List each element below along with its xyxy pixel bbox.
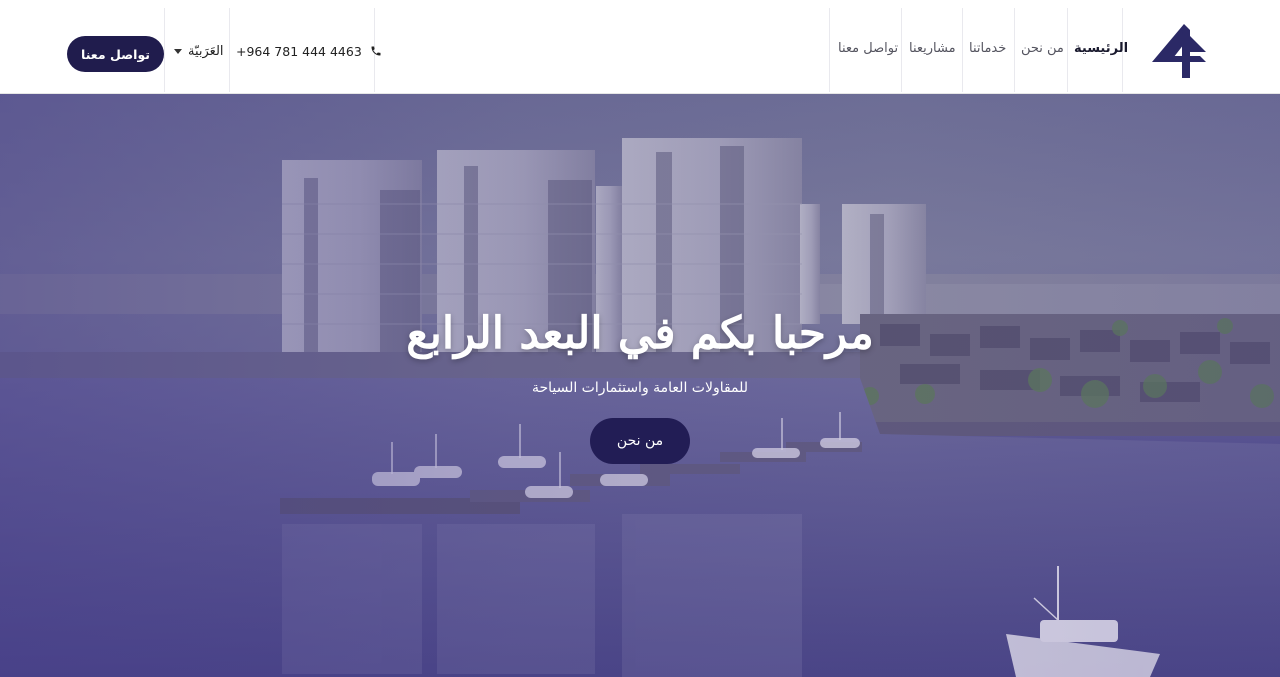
hero-title: مرحبا بكم في البعد الرابع [406, 308, 874, 359]
divider [829, 8, 830, 92]
brand-logo[interactable] [1150, 22, 1208, 80]
brand-4-logo-icon [1152, 24, 1206, 78]
nav-home[interactable]: الرئيسية [1074, 41, 1128, 61]
nav-services[interactable]: خدماتنا [969, 41, 1006, 61]
divider [1067, 8, 1068, 92]
divider [1014, 8, 1015, 92]
language-label: العَرَبيّة [188, 43, 224, 59]
caret-down-icon [174, 48, 182, 54]
phone-link[interactable]: +964 781 444 4463 [236, 41, 382, 61]
hero-section: مرحبا بكم في البعد الرابع للمقاولات العا… [0, 94, 1280, 677]
phone-number: +964 781 444 4463 [236, 43, 362, 59]
phone-icon [371, 46, 381, 56]
nav-contact[interactable]: تواصل معنا [838, 41, 898, 61]
about-us-button[interactable]: من نحن [590, 418, 690, 464]
contact-us-button[interactable]: تواصل معنا [67, 36, 164, 72]
divider [962, 8, 963, 92]
divider [901, 8, 902, 92]
site-header: الرئيسية من نحن خدماتنا مشاريعنا تواصل م… [0, 0, 1280, 94]
divider [229, 8, 230, 92]
hero-subtitle: للمقاولات العامة واستثمارات السياحة [531, 380, 749, 396]
divider [164, 8, 165, 92]
language-selector[interactable]: العَرَبيّة [174, 41, 224, 61]
nav-about[interactable]: من نحن [1021, 41, 1064, 61]
nav-projects[interactable]: مشاريعنا [909, 41, 956, 61]
